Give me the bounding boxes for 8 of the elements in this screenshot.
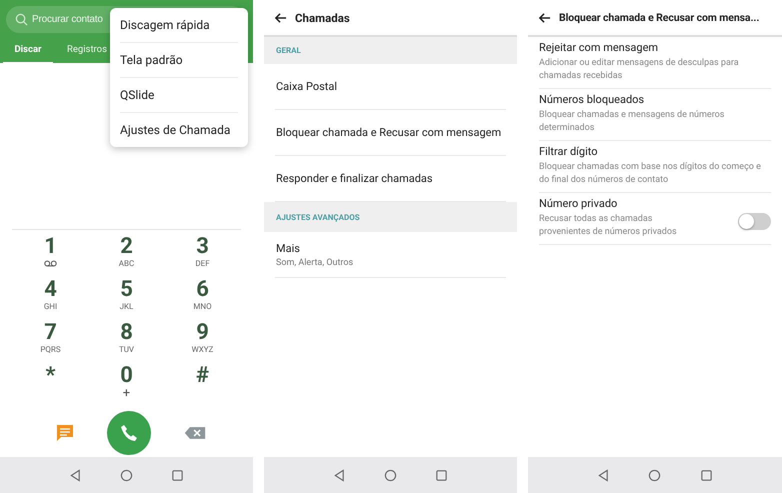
- setting-description: Bloquear chamadas com base nos dígitos do começo e do final dos números de contato: [539, 161, 762, 186]
- setting-description: Bloquear chamadas e mensagens de números determinados: [539, 109, 726, 134]
- screen-title: Bloquear chamada e Recusar com mensa...: [559, 11, 760, 24]
- setting-description: Recusar todas as chamadas provenientes de números privados: [539, 213, 678, 238]
- screen-title: Chamadas: [295, 10, 350, 24]
- section-title: GERAL: [276, 46, 301, 55]
- section-title: AJUSTES AVANÇADOS: [276, 212, 360, 222]
- setting-description: Adicionar ou editar mensagens de desculpas para chamadas recebidas: [539, 57, 740, 82]
